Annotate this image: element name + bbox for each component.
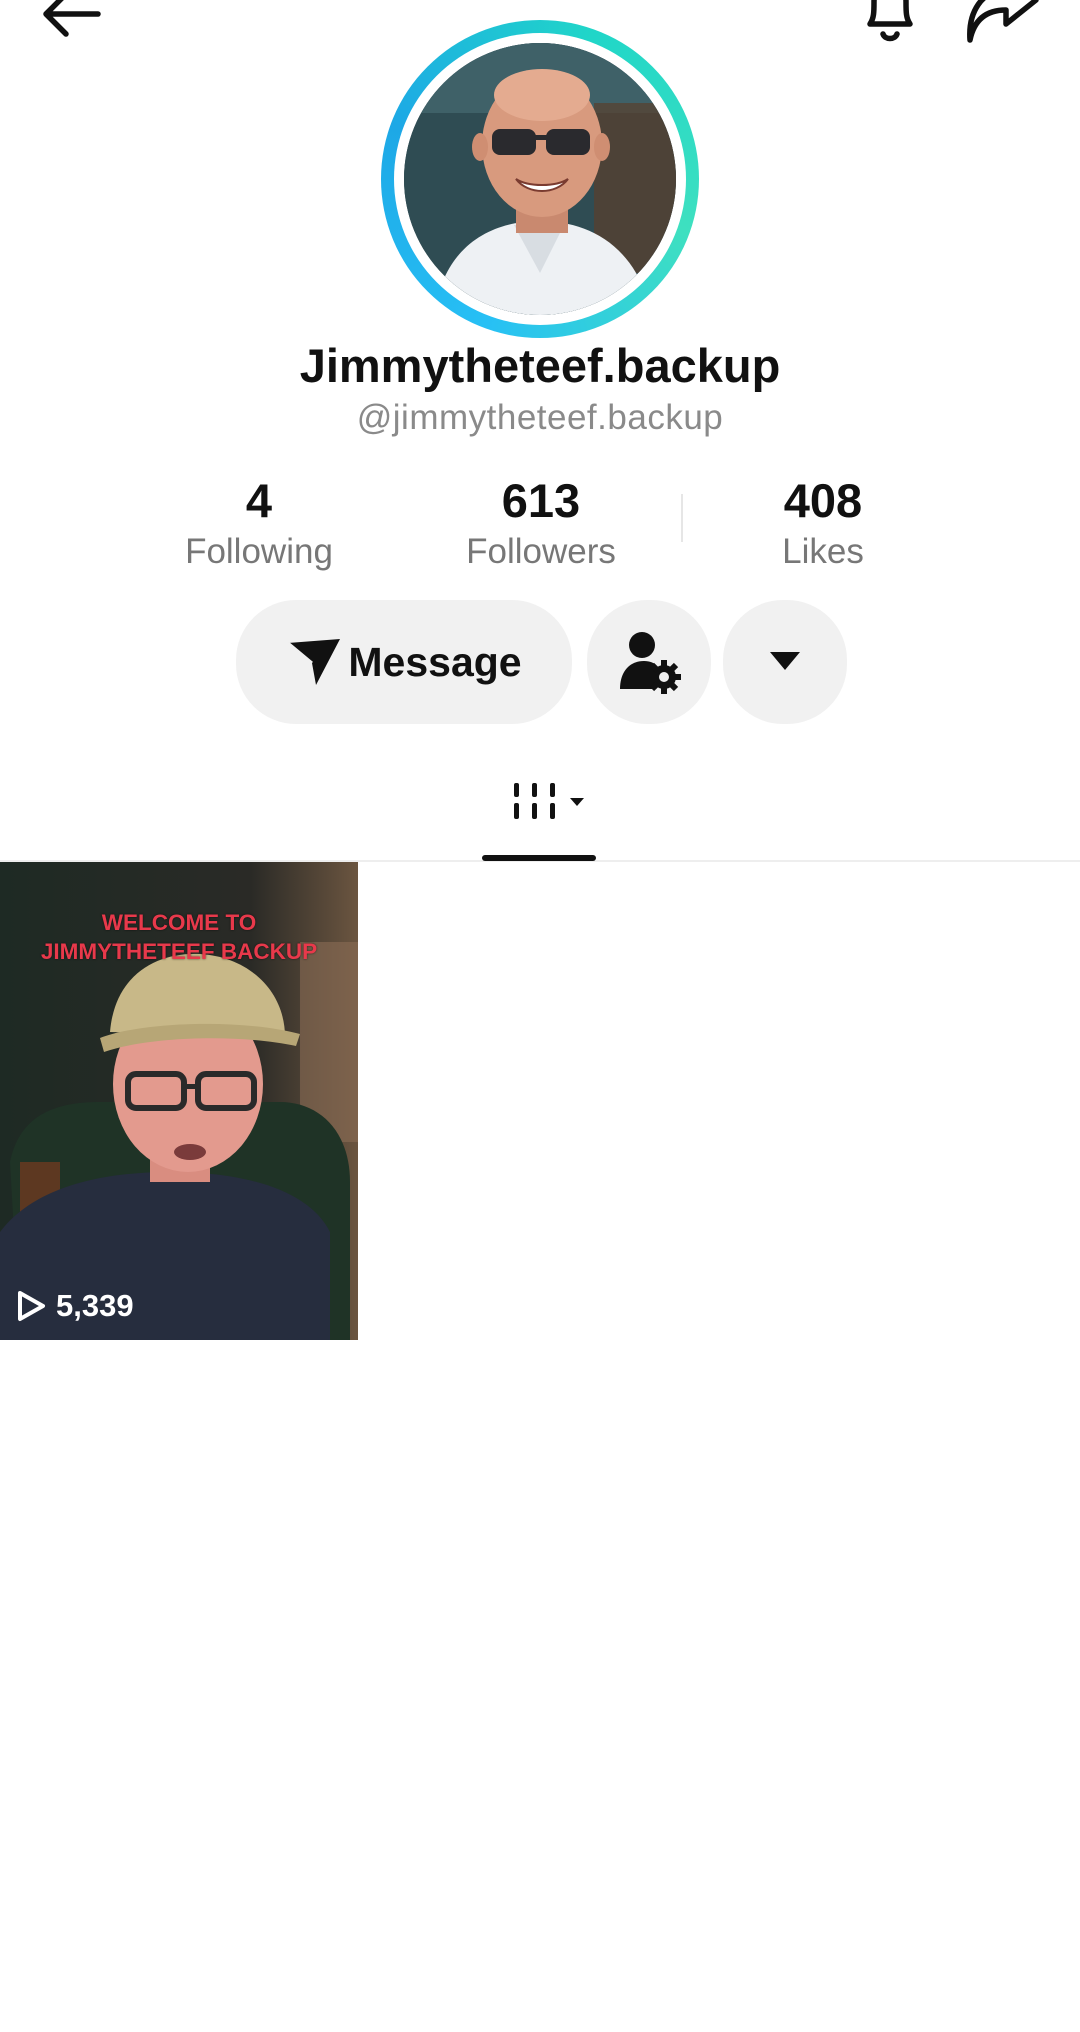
views-count: 5,339	[56, 1288, 134, 1323]
tab-videos[interactable]	[480, 770, 600, 866]
stat-label: Following	[185, 532, 333, 571]
play-icon	[18, 1291, 45, 1321]
message-button[interactable]: Message	[236, 600, 572, 724]
arrow-left-icon	[43, 0, 101, 37]
notification-button[interactable]	[850, 0, 930, 46]
message-label: Message	[348, 638, 522, 685]
username: @jimmytheteef.backup	[356, 398, 724, 437]
share-arrow-icon	[967, 0, 1039, 43]
display-name: Jimmytheteef.backup	[299, 339, 781, 392]
back-button[interactable]	[36, 0, 116, 42]
stat-value: 613	[501, 474, 581, 527]
send-icon	[287, 639, 341, 685]
share-button[interactable]	[960, 0, 1044, 46]
stat-value: 4	[245, 474, 273, 527]
profile-avatar[interactable]	[381, 20, 699, 338]
stat-label: Likes	[782, 532, 864, 571]
video-title: WELCOME TO JIMMYTHETEEF BACKUP	[40, 910, 318, 964]
stat-likes[interactable]: 408 Likes	[703, 472, 943, 574]
video-thumbnail[interactable]: WELCOME TO JIMMYTHETEEF BACKUP 5,339	[0, 862, 358, 1340]
stat-following[interactable]: 4 Following	[139, 472, 379, 574]
stat-label: Followers	[466, 532, 616, 571]
active-tab-indicator	[482, 855, 596, 861]
grid-columns-icon	[514, 783, 584, 819]
user-settings-button[interactable]	[587, 600, 711, 724]
stat-value: 408	[783, 474, 863, 527]
bell-icon	[867, 0, 913, 42]
video-view-count: 5,339	[16, 1288, 134, 1324]
stat-divider	[681, 494, 683, 542]
user-gear-icon	[620, 632, 681, 694]
caret-down-icon	[770, 652, 800, 670]
stat-followers[interactable]: 613 Followers	[421, 472, 661, 574]
avatar-photo	[404, 43, 676, 315]
more-button[interactable]	[723, 600, 847, 724]
